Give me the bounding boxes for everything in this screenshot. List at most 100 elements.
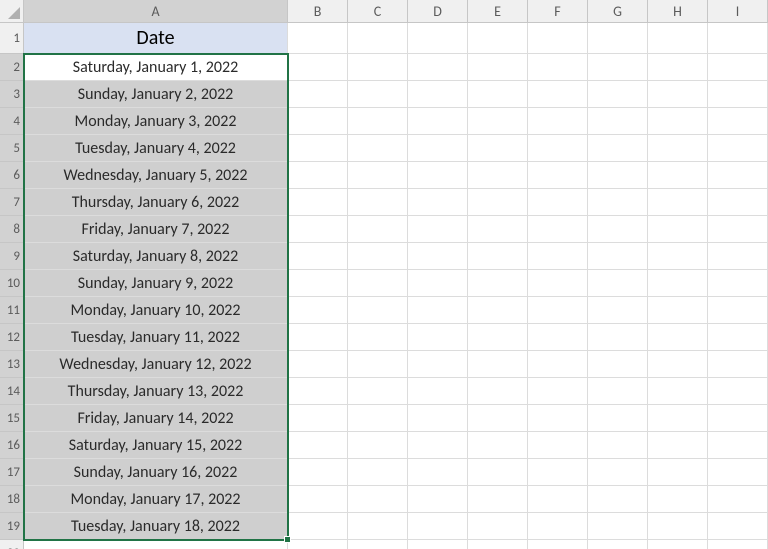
row-header-9[interactable]: 9 — [0, 243, 24, 270]
cell-D8[interactable] — [408, 216, 468, 243]
cell-I8[interactable] — [708, 216, 768, 243]
cell-H17[interactable] — [648, 459, 708, 486]
cell-G3[interactable] — [588, 81, 648, 108]
cell-A2[interactable]: Saturday, January 1, 2022 — [24, 54, 288, 81]
cell-H14[interactable] — [648, 378, 708, 405]
cell-B9[interactable] — [288, 243, 348, 270]
cell-C20[interactable] — [348, 540, 408, 549]
cell-C3[interactable] — [348, 81, 408, 108]
row-header-15[interactable]: 15 — [0, 405, 24, 432]
cell-C6[interactable] — [348, 162, 408, 189]
cell-I16[interactable] — [708, 432, 768, 459]
cell-G4[interactable] — [588, 108, 648, 135]
cell-D9[interactable] — [408, 243, 468, 270]
cell-B7[interactable] — [288, 189, 348, 216]
cell-G17[interactable] — [588, 459, 648, 486]
column-header-i[interactable]: I — [708, 0, 768, 23]
cell-B15[interactable] — [288, 405, 348, 432]
column-header-g[interactable]: G — [588, 0, 648, 23]
cell-F16[interactable] — [528, 432, 588, 459]
cell-E18[interactable] — [468, 486, 528, 513]
cell-B19[interactable] — [288, 513, 348, 540]
cell-A1[interactable]: Date — [24, 23, 288, 54]
cell-E4[interactable] — [468, 108, 528, 135]
cell-B16[interactable] — [288, 432, 348, 459]
cell-B18[interactable] — [288, 486, 348, 513]
cell-D12[interactable] — [408, 324, 468, 351]
row-header-3[interactable]: 3 — [0, 81, 24, 108]
cell-G1[interactable] — [588, 23, 648, 54]
cell-E6[interactable] — [468, 162, 528, 189]
row-header-8[interactable]: 8 — [0, 216, 24, 243]
cell-F3[interactable] — [528, 81, 588, 108]
cell-B2[interactable] — [288, 54, 348, 81]
cell-H11[interactable] — [648, 297, 708, 324]
cell-H12[interactable] — [648, 324, 708, 351]
cell-I10[interactable] — [708, 270, 768, 297]
cell-A9[interactable]: Saturday, January 8, 2022 — [24, 243, 288, 270]
cell-A15[interactable]: Friday, January 14, 2022 — [24, 405, 288, 432]
row-header-12[interactable]: 12 — [0, 324, 24, 351]
cell-F13[interactable] — [528, 351, 588, 378]
cell-G6[interactable] — [588, 162, 648, 189]
column-header-d[interactable]: D — [408, 0, 468, 23]
cell-C7[interactable] — [348, 189, 408, 216]
cell-C15[interactable] — [348, 405, 408, 432]
cell-C16[interactable] — [348, 432, 408, 459]
cell-H4[interactable] — [648, 108, 708, 135]
cell-G15[interactable] — [588, 405, 648, 432]
row-header-7[interactable]: 7 — [0, 189, 24, 216]
cell-I2[interactable] — [708, 54, 768, 81]
cell-C11[interactable] — [348, 297, 408, 324]
row-header-5[interactable]: 5 — [0, 135, 24, 162]
cell-A8[interactable]: Friday, January 7, 2022 — [24, 216, 288, 243]
row-header-10[interactable]: 10 — [0, 270, 24, 297]
cell-F1[interactable] — [528, 23, 588, 54]
cell-E19[interactable] — [468, 513, 528, 540]
cell-E2[interactable] — [468, 54, 528, 81]
cell-F11[interactable] — [528, 297, 588, 324]
cell-A7[interactable]: Thursday, January 6, 2022 — [24, 189, 288, 216]
cell-B12[interactable] — [288, 324, 348, 351]
cell-H8[interactable] — [648, 216, 708, 243]
cell-E16[interactable] — [468, 432, 528, 459]
cell-A20[interactable] — [24, 540, 288, 549]
cell-B11[interactable] — [288, 297, 348, 324]
cell-F15[interactable] — [528, 405, 588, 432]
cell-F6[interactable] — [528, 162, 588, 189]
cell-C17[interactable] — [348, 459, 408, 486]
cell-I14[interactable] — [708, 378, 768, 405]
cell-H19[interactable] — [648, 513, 708, 540]
cell-F14[interactable] — [528, 378, 588, 405]
cell-H2[interactable] — [648, 54, 708, 81]
cell-D7[interactable] — [408, 189, 468, 216]
cell-H10[interactable] — [648, 270, 708, 297]
cell-D15[interactable] — [408, 405, 468, 432]
cell-C4[interactable] — [348, 108, 408, 135]
cell-F17[interactable] — [528, 459, 588, 486]
cell-I6[interactable] — [708, 162, 768, 189]
cell-C8[interactable] — [348, 216, 408, 243]
cell-C12[interactable] — [348, 324, 408, 351]
cell-B4[interactable] — [288, 108, 348, 135]
row-header-18[interactable]: 18 — [0, 486, 24, 513]
cell-F10[interactable] — [528, 270, 588, 297]
cell-I15[interactable] — [708, 405, 768, 432]
cell-E13[interactable] — [468, 351, 528, 378]
cell-C13[interactable] — [348, 351, 408, 378]
cell-C2[interactable] — [348, 54, 408, 81]
cell-F12[interactable] — [528, 324, 588, 351]
cell-D3[interactable] — [408, 81, 468, 108]
cell-D11[interactable] — [408, 297, 468, 324]
cell-D14[interactable] — [408, 378, 468, 405]
cell-F2[interactable] — [528, 54, 588, 81]
cell-I19[interactable] — [708, 513, 768, 540]
cell-I12[interactable] — [708, 324, 768, 351]
column-header-f[interactable]: F — [528, 0, 588, 23]
cell-F8[interactable] — [528, 216, 588, 243]
cell-C1[interactable] — [348, 23, 408, 54]
cell-B17[interactable] — [288, 459, 348, 486]
cell-G20[interactable] — [588, 540, 648, 549]
cell-H18[interactable] — [648, 486, 708, 513]
cell-F4[interactable] — [528, 108, 588, 135]
